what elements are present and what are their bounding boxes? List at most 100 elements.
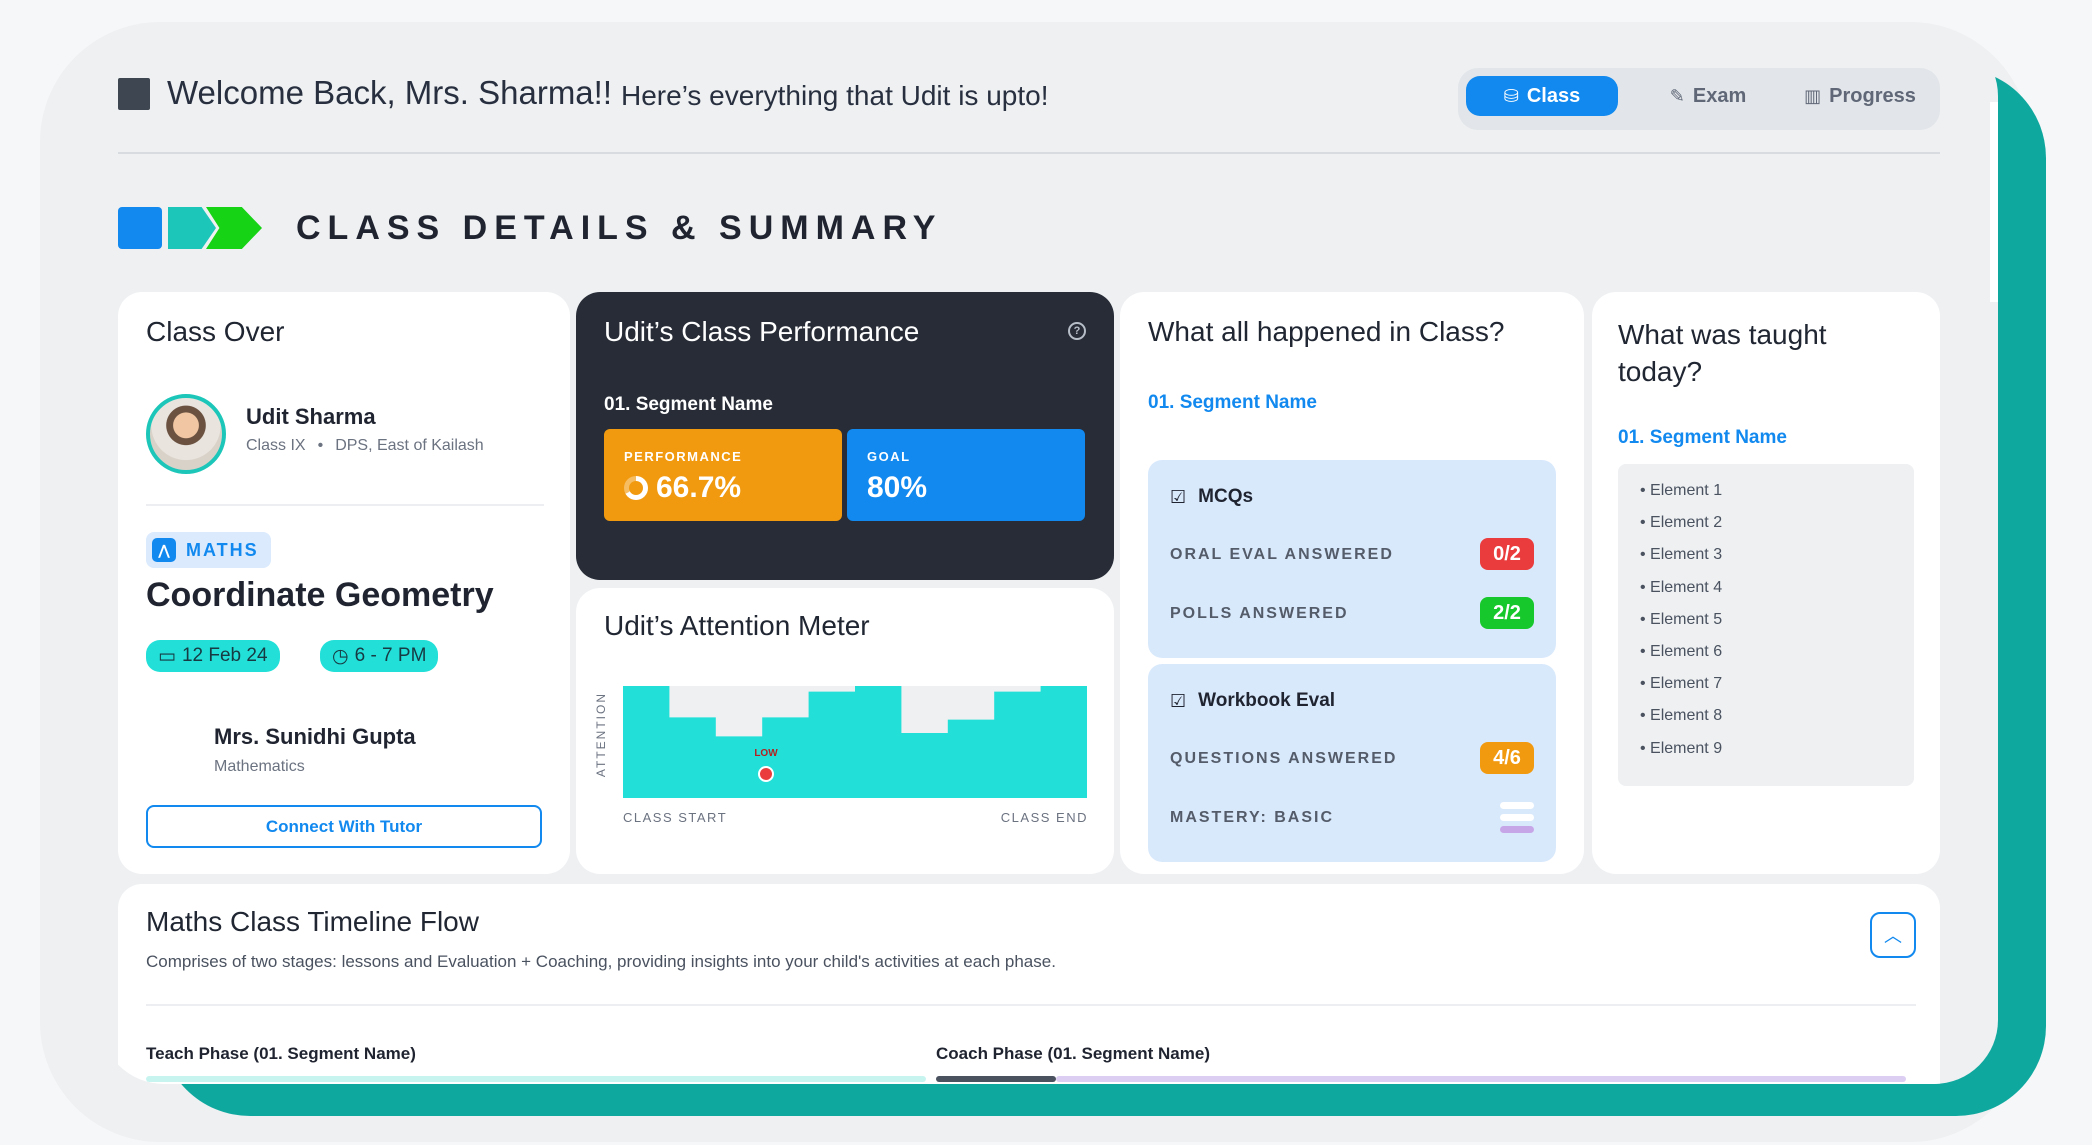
collapse-button[interactable]: ︿ <box>1870 912 1916 958</box>
workbook-header: ☑ Workbook Eval <box>1170 690 1335 712</box>
teach-phase-bar <box>146 1076 926 1082</box>
questions-label: QUESTIONS ANSWERED <box>1170 750 1398 767</box>
polls-score: 2/2 <box>1480 597 1534 629</box>
oral-eval-label: ORAL EVAL ANSWERED <box>1170 546 1394 563</box>
tab-progress-label: Progress <box>1829 84 1916 107</box>
list-item: • Element 6 <box>1640 642 1723 660</box>
mcq-title: MCQs <box>1198 486 1254 507</box>
performance-value-row: 66.7% <box>624 471 741 505</box>
topic-title: Coordinate Geometry <box>146 576 494 614</box>
goal-value: 80% <box>867 471 928 504</box>
coach-phase-label: Coach Phase (01. Segment Name) <box>936 1044 1210 1063</box>
activity-title: What all happened in Class? <box>1148 316 1505 347</box>
compass-icon: ⋀ <box>152 538 176 562</box>
performance-label: PERFORMANCE <box>624 449 743 464</box>
timeline-divider <box>146 1004 1916 1006</box>
coach-phase-progress <box>936 1076 1056 1082</box>
goal-stat: GOAL 80% <box>847 429 1085 521</box>
attention-axis-label: ATTENTION <box>594 692 608 778</box>
performance-title: Udit’s Class Performance <box>604 316 920 347</box>
connect-tutor-button[interactable]: Connect With Tutor <box>146 805 542 848</box>
mastery-bar <box>1500 802 1534 809</box>
oral-eval-score: 0/2 <box>1480 538 1534 570</box>
class-icon: ⛁ <box>1503 85 1519 106</box>
timeline-card: Maths Class Timeline Flow Comprises of t… <box>118 884 1940 1084</box>
taught-elements-list: • Element 1 • Element 2 • Element 3 • El… <box>1618 464 1914 786</box>
top-bar: Welcome Back, Mrs. Sharma!! Here’s every… <box>118 54 1940 130</box>
main-nav: ⛁ Class ✎ Exam ▥ Progress <box>1458 68 1940 130</box>
mcq-header: ☑ MCQs <box>1170 486 1253 508</box>
header-divider <box>118 152 1940 154</box>
class-start-label: CLASS START <box>623 810 728 825</box>
list-item: • Element 3 <box>1640 546 1723 564</box>
taught-segment: 01. Segment Name <box>1618 427 1787 448</box>
student-avatar <box>146 394 226 474</box>
mastery-indicator <box>1500 802 1534 838</box>
list-item: • Element 7 <box>1640 675 1723 693</box>
performance-segment: 01. Segment Name <box>604 394 773 415</box>
list-item: • Element 8 <box>1640 707 1723 725</box>
tab-class[interactable]: ⛁ Class <box>1466 76 1618 116</box>
welcome-subtitle: Here’s everything that Udit is upto! <box>621 80 1049 111</box>
timeline-description: Comprises of two stages: lessons and Eva… <box>146 952 1056 971</box>
polls-label: POLLS ANSWERED <box>1170 605 1349 622</box>
class-time: 6 - 7 PM <box>354 645 427 666</box>
activity-segment: 01. Segment Name <box>1148 392 1317 413</box>
student-name: Udit Sharma <box>246 404 376 429</box>
help-icon[interactable]: ? <box>1068 322 1086 340</box>
checklist-icon: ☑ <box>1170 486 1187 507</box>
student-school: DPS, East of Kailash <box>335 437 484 454</box>
goal-label: GOAL <box>867 449 911 464</box>
coach-phase-bar <box>1056 1076 1906 1082</box>
questions-score: 4/6 <box>1480 742 1534 774</box>
list-item: • Element 9 <box>1640 739 1723 757</box>
tab-class-label: Class <box>1526 84 1581 107</box>
calendar-icon: ▭ <box>158 645 176 667</box>
mcq-box: ☑ MCQs ORAL EVAL ANSWERED 0/2 POLLS ANSW… <box>1148 460 1556 658</box>
workbook-title: Workbook Eval <box>1198 690 1336 711</box>
list-item: • Element 1 <box>1640 482 1723 499</box>
performance-value: 66.7% <box>656 471 742 504</box>
class-card-divider <box>146 504 544 506</box>
clock-icon: ◷ <box>332 645 349 667</box>
time-pill: ◷ 6 - 7 PM <box>320 640 439 672</box>
checklist-icon: ☑ <box>1170 690 1187 711</box>
low-attention-marker[interactable] <box>758 766 774 782</box>
class-card-title: Class Over <box>146 316 285 347</box>
student-meta: Class IX • DPS, East of Kailash <box>246 437 484 455</box>
performance-card: Udit’s Class Performance ? 01. Segment N… <box>576 292 1114 580</box>
mastery-bar-active <box>1500 826 1534 833</box>
workbook-box: ☑ Workbook Eval QUESTIONS ANSWERED 4/6 M… <box>1148 664 1556 862</box>
low-attention-label: LOW <box>754 748 778 759</box>
tutor-name: Mrs. Sunidhi Gupta <box>214 724 416 749</box>
progress-ring-icon <box>624 476 648 500</box>
class-end-label: CLASS END <box>1000 810 1088 825</box>
tab-progress[interactable]: ▥ Progress <box>1788 76 1932 116</box>
tab-exam[interactable]: ✎ Exam <box>1638 76 1778 116</box>
taught-card: What was taught today? 01. Segment Name … <box>1592 292 1940 874</box>
subject-label: MATHS <box>186 539 259 560</box>
list-item: • Element 4 <box>1640 578 1723 596</box>
tab-exam-label: Exam <box>1692 84 1747 107</box>
attention-card: Udit’s Attention Meter ATTENTION LOW CLA… <box>576 588 1114 874</box>
mastery-label: MASTERY: BASIC <box>1170 809 1334 826</box>
date-pill: ▭ 12 Feb 24 <box>146 640 280 672</box>
tutor-subject: Mathematics <box>214 758 305 775</box>
taught-title: What was taught today? <box>1618 319 1827 387</box>
bar-chart-icon: ▥ <box>1804 85 1822 106</box>
welcome-heading: Welcome Back, Mrs. Sharma!! <box>167 74 613 111</box>
list-item: • Element 2 <box>1640 514 1723 532</box>
list-item: • Element 5 <box>1640 610 1723 628</box>
class-summary-card: Class Over Udit Sharma Class IX • DPS, E… <box>118 292 570 874</box>
class-date: 12 Feb 24 <box>181 645 268 666</box>
pencil-icon: ✎ <box>1669 85 1685 106</box>
mastery-bar <box>1500 814 1534 821</box>
student-class: Class IX <box>246 437 306 454</box>
logo-icon <box>118 78 150 110</box>
meta-separator: • <box>317 437 324 454</box>
section-chevron-icon <box>168 207 216 249</box>
section-marker-icon <box>118 207 162 249</box>
section-title: CLASS DETAILS & SUMMARY <box>296 209 943 247</box>
dashboard-window: Welcome Back, Mrs. Sharma!! Here’s every… <box>100 32 1998 1084</box>
scrollbar-thumb[interactable] <box>1990 102 1998 302</box>
